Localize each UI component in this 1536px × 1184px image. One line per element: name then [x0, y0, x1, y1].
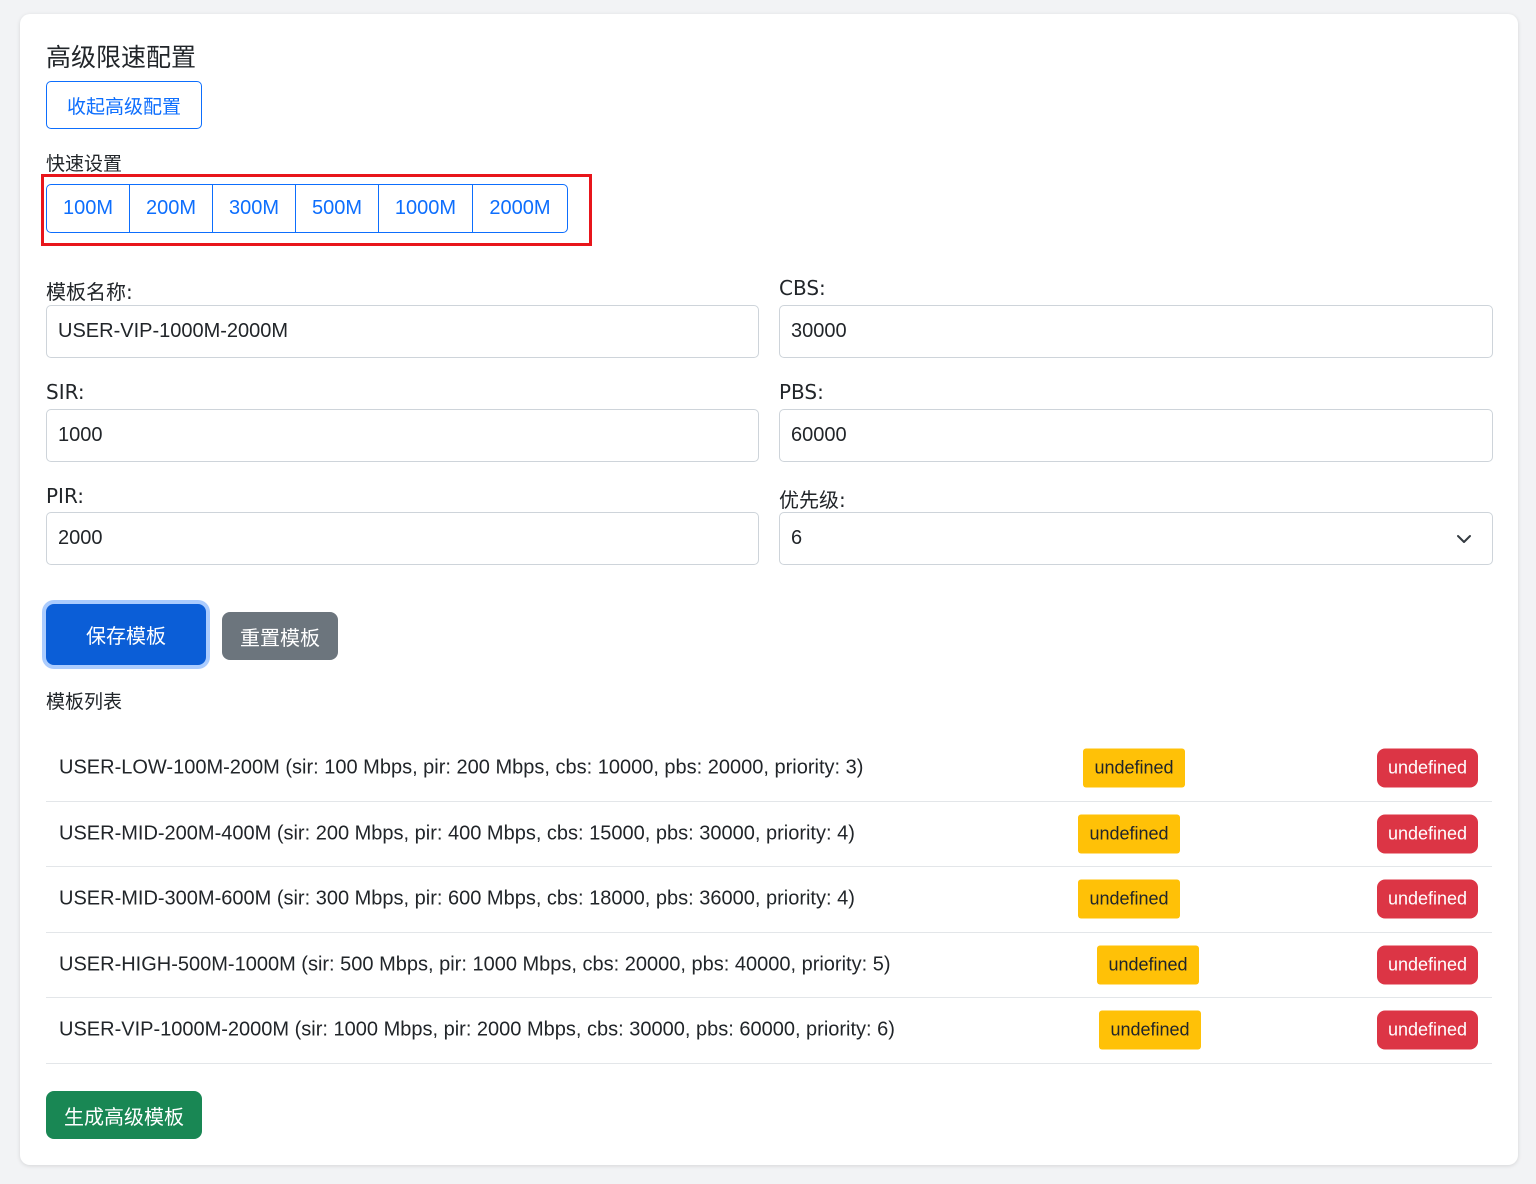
quick-500m-button[interactable]: 500M: [295, 184, 379, 233]
delete-template-button[interactable]: undefined: [1377, 814, 1478, 854]
quick-settings-label: 快速设置: [46, 153, 123, 175]
template-item-text: USER-MID-200M-400M (sir: 200 Mbps, pir: …: [59, 822, 855, 845]
delete-template-button[interactable]: undefined: [1377, 945, 1478, 985]
template-item-text: USER-HIGH-500M-1000M (sir: 500 Mbps, pir…: [59, 953, 891, 976]
list-item: USER-VIP-1000M-2000M (sir: 1000 Mbps, pi…: [46, 998, 1492, 1064]
template-name-input[interactable]: USER-VIP-1000M-2000M: [46, 305, 759, 358]
page-title: 高级限速配置: [46, 43, 197, 72]
chevron-down-icon: [1457, 535, 1471, 543]
cbs-label: CBS:: [779, 276, 826, 300]
edit-template-button[interactable]: undefined: [1099, 1010, 1201, 1050]
pbs-label: PBS:: [779, 380, 824, 404]
sir-input[interactable]: 1000: [46, 409, 759, 462]
edit-template-button[interactable]: undefined: [1097, 945, 1199, 985]
pir-input[interactable]: 2000: [46, 512, 759, 565]
edit-template-button[interactable]: undefined: [1078, 879, 1180, 919]
quick-200m-button[interactable]: 200M: [129, 184, 213, 233]
list-item: USER-MID-300M-600M (sir: 300 Mbps, pir: …: [46, 867, 1492, 933]
priority-value: 6: [791, 527, 803, 549]
advanced-config-card: 高级限速配置 收起高级配置 快速设置 100M 200M 300M 500M 1…: [20, 14, 1518, 1165]
template-item-text: USER-LOW-100M-200M (sir: 100 Mbps, pir: …: [59, 756, 864, 779]
quick-2000m-button[interactable]: 2000M: [472, 184, 568, 233]
delete-template-button[interactable]: undefined: [1377, 879, 1478, 919]
edit-template-button[interactable]: undefined: [1083, 748, 1185, 788]
template-item-text: USER-VIP-1000M-2000M (sir: 1000 Mbps, pi…: [59, 1018, 895, 1041]
priority-label: 优先级:: [779, 488, 846, 512]
priority-select[interactable]: 6: [779, 512, 1493, 565]
cbs-input[interactable]: 30000: [779, 305, 1493, 358]
template-list-label: 模板列表: [46, 691, 123, 713]
generate-advanced-template-button[interactable]: 生成高级模板: [46, 1091, 202, 1139]
template-list: USER-LOW-100M-200M (sir: 100 Mbps, pir: …: [46, 736, 1492, 1064]
edit-template-button[interactable]: undefined: [1078, 814, 1180, 854]
list-item: USER-HIGH-500M-1000M (sir: 500 Mbps, pir…: [46, 933, 1492, 998]
sir-label: SIR:: [46, 380, 85, 404]
pbs-input[interactable]: 60000: [779, 409, 1493, 462]
list-item: USER-LOW-100M-200M (sir: 100 Mbps, pir: …: [46, 736, 1492, 802]
quick-settings-group: 100M 200M 300M 500M 1000M 2000M: [46, 184, 568, 233]
quick-100m-button[interactable]: 100M: [46, 184, 130, 233]
save-template-button[interactable]: 保存模板: [46, 604, 206, 665]
quick-1000m-button[interactable]: 1000M: [378, 184, 473, 233]
template-item-text: USER-MID-300M-600M (sir: 300 Mbps, pir: …: [59, 887, 855, 910]
quick-300m-button[interactable]: 300M: [212, 184, 296, 233]
pir-label: PIR:: [46, 484, 84, 508]
delete-template-button[interactable]: undefined: [1377, 748, 1478, 788]
collapse-advanced-button[interactable]: 收起高级配置: [46, 81, 202, 129]
list-item: USER-MID-200M-400M (sir: 200 Mbps, pir: …: [46, 802, 1492, 867]
delete-template-button[interactable]: undefined: [1377, 1010, 1478, 1050]
reset-template-button[interactable]: 重置模板: [222, 612, 338, 660]
template-name-label: 模板名称:: [46, 280, 133, 304]
